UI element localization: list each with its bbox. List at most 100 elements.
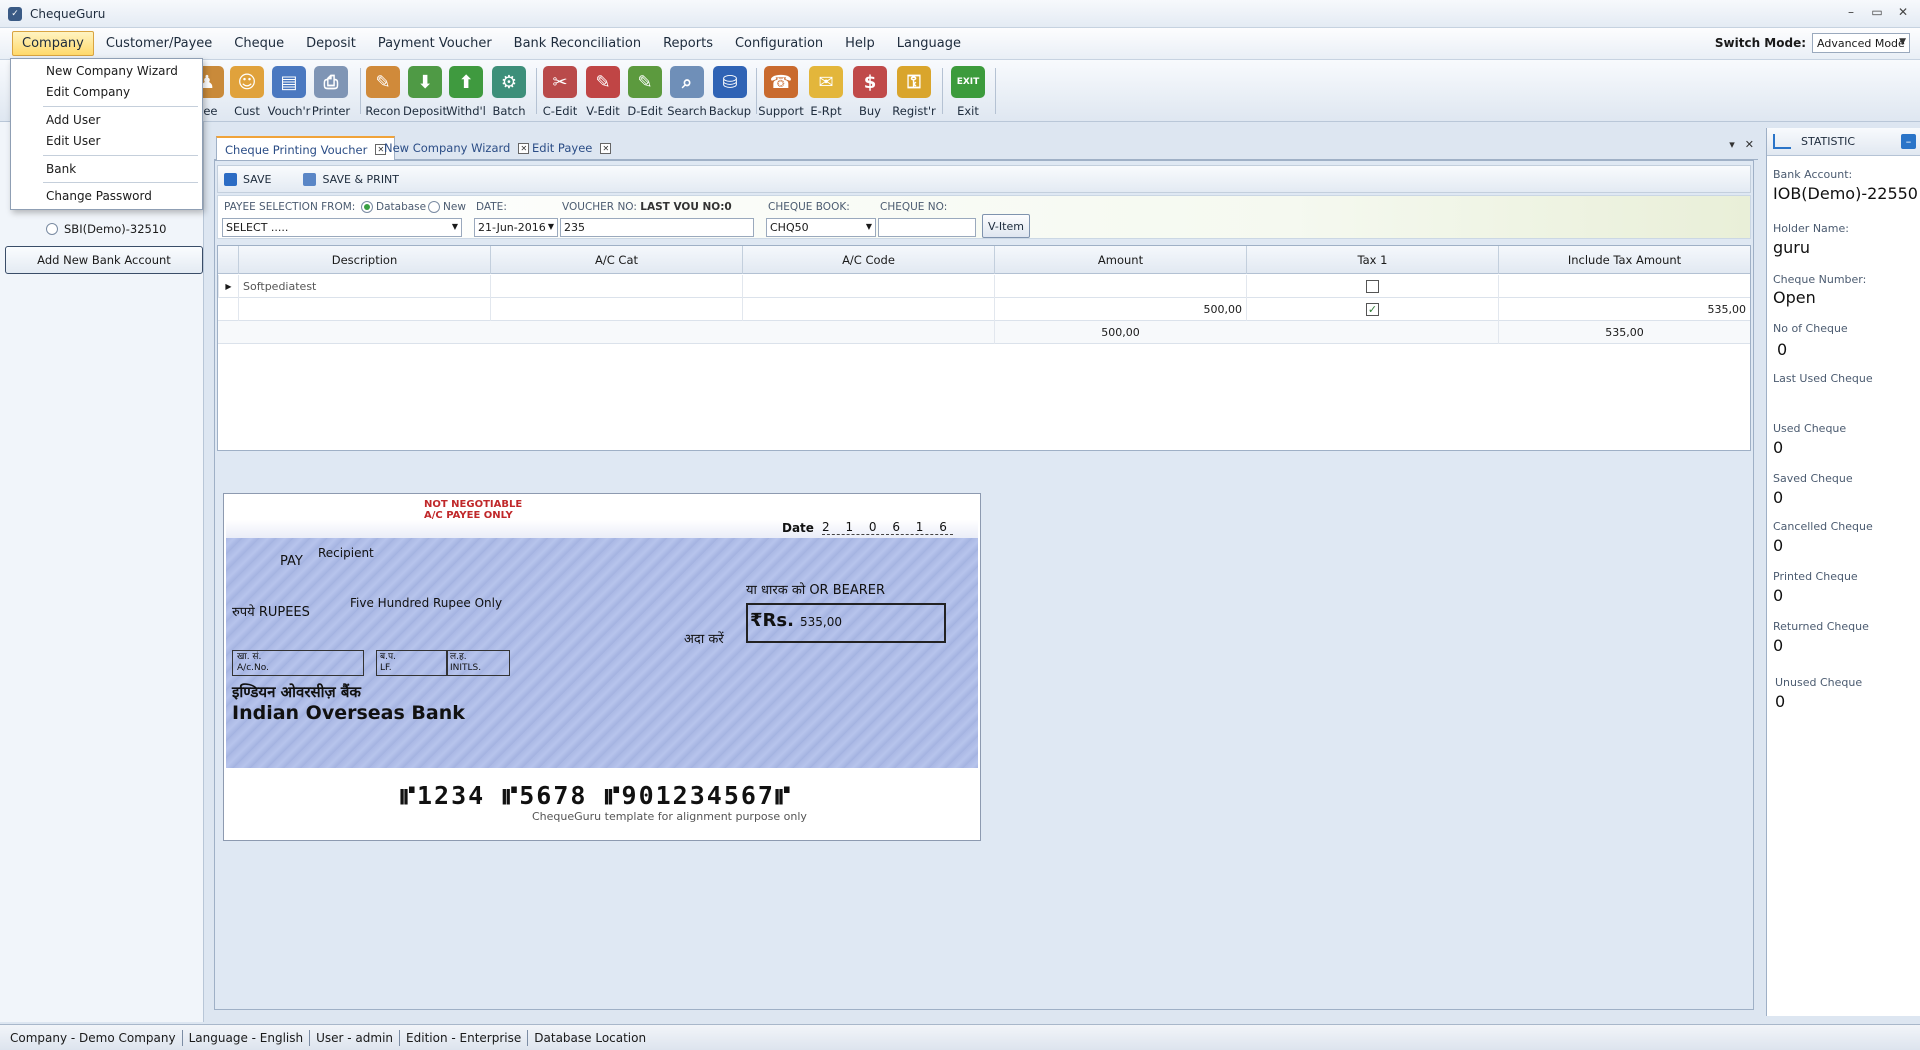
tab-list-icon[interactable]: ▾: [1729, 138, 1735, 151]
cell-include-tax[interactable]: 535,00: [1498, 298, 1750, 321]
toolbar-search-button[interactable]: ⌕ Search: [664, 66, 710, 118]
menu-language[interactable]: Language: [887, 31, 971, 56]
cell-tax1[interactable]: [1246, 275, 1498, 298]
column-tax1[interactable]: Tax 1: [1246, 246, 1498, 274]
tab-new-company-wizard[interactable]: New Company Wizard ✕: [376, 136, 537, 160]
cheque-preview: NOT NEGOTIABLE A/C PAYEE ONLY Date 2 1 0…: [223, 493, 981, 841]
column-ac-code[interactable]: A/C Code: [742, 246, 994, 274]
cell-tax1[interactable]: ✓: [1246, 298, 1498, 321]
column-amount[interactable]: Amount: [994, 246, 1246, 274]
column-description[interactable]: Description: [238, 246, 490, 274]
tab-edit-payee[interactable]: Edit Payee ✕: [524, 136, 619, 160]
menu-add-user[interactable]: Add User: [46, 113, 100, 127]
close-all-icon[interactable]: ✕: [1745, 138, 1754, 151]
save-print-button[interactable]: SAVE & PRINT: [303, 172, 399, 186]
toolbar-withdrawal-button[interactable]: ⬆ Withd'l: [443, 66, 489, 118]
toolbar-label: Regist'r: [892, 104, 936, 118]
toolbar-recon-button[interactable]: ✎ Recon: [360, 66, 406, 118]
holder-name-value: guru: [1773, 238, 1811, 257]
cell-ac-cat[interactable]: [490, 298, 742, 321]
collapse-icon[interactable]: –: [1901, 134, 1916, 149]
toolbar-erpt-button[interactable]: ✉ E-Rpt: [803, 66, 849, 118]
toolbar-backup-button[interactable]: ⛁ Backup: [707, 66, 753, 118]
add-new-bank-account-button[interactable]: Add New Bank Account: [5, 246, 203, 274]
cancelled-cheque-label: Cancelled Cheque: [1773, 520, 1873, 533]
column-include-tax-amount[interactable]: Include Tax Amount: [1498, 246, 1750, 274]
v-item-button[interactable]: V-Item: [982, 214, 1030, 238]
date-picker[interactable]: 21-Jun-2016 ▼: [474, 218, 558, 237]
toolbar-label: Recon: [365, 104, 401, 118]
close-icon[interactable]: ✕: [1892, 3, 1914, 21]
checkbox-unchecked[interactable]: [1366, 280, 1379, 293]
toolbar-register-button[interactable]: ⚿ Regist'r: [891, 66, 937, 118]
customer-icon: ☺: [230, 66, 264, 98]
switch-mode-select[interactable]: Advanced Mode ▼: [1812, 33, 1910, 53]
tab-cheque-printing-voucher[interactable]: Cheque Printing Voucher ✕: [216, 136, 396, 161]
save-icon: [224, 172, 237, 186]
menu-new-company-wizard[interactable]: New Company Wizard: [46, 64, 178, 78]
voucher-no-input[interactable]: 235: [560, 218, 754, 237]
voucher-edit-icon: ✎: [586, 66, 620, 98]
total-amount: 500,00: [994, 321, 1246, 344]
cell-description[interactable]: [238, 298, 490, 321]
menu-reports[interactable]: Reports: [653, 31, 723, 56]
row-indicator-icon: ▶: [218, 275, 238, 298]
menu-bank[interactable]: Bank: [46, 162, 76, 176]
menu-configuration[interactable]: Configuration: [725, 31, 833, 56]
toolbar-cust-button[interactable]: ☺ Cust: [224, 66, 270, 118]
minimize-icon[interactable]: –: [1840, 3, 1862, 21]
toolbar-batch-button[interactable]: ⚙ Batch: [486, 66, 532, 118]
cheque-no-input[interactable]: [878, 218, 976, 237]
menu-edit-company[interactable]: Edit Company: [46, 85, 130, 99]
cell-ac-cat[interactable]: [490, 275, 742, 298]
toolbar-voucher-button[interactable]: ▤ Vouch'r: [266, 66, 312, 118]
menu-customer-payee[interactable]: Customer/Payee: [96, 31, 222, 56]
print-icon: [303, 172, 317, 186]
option-database[interactable]: Database: [361, 201, 426, 213]
chevron-down-icon: ▼: [547, 222, 554, 231]
status-database-location[interactable]: Database Location: [528, 1030, 652, 1046]
cell-description[interactable]: Softpediatest: [238, 275, 490, 298]
table-row[interactable]: ▶ Softpediatest: [218, 275, 1750, 298]
radio-icon: [361, 201, 373, 213]
cell-ac-code[interactable]: [742, 275, 994, 298]
menu-company[interactable]: Company: [12, 31, 94, 56]
payee-select[interactable]: SELECT ..... ▼: [222, 218, 462, 237]
cell-include-tax[interactable]: [1498, 275, 1750, 298]
cell-amount[interactable]: [994, 275, 1246, 298]
amount-in-words: Five Hundred Rupee Only: [350, 596, 503, 610]
exit-icon: EXIT: [951, 66, 985, 98]
toolbar-vedit-button[interactable]: ✎ V-Edit: [580, 66, 626, 118]
menu-edit-user[interactable]: Edit User: [46, 134, 100, 148]
checkmark-icon[interactable]: ✓: [1366, 303, 1379, 316]
cheque-book-label: CHEQUE BOOK:: [768, 201, 850, 213]
toolbar-dedit-button[interactable]: ✎ D-Edit: [622, 66, 668, 118]
menu-separator: [43, 182, 198, 183]
toolbar-buy-button[interactable]: $ Buy: [847, 66, 893, 118]
save-button[interactable]: SAVE: [224, 172, 271, 186]
menu-deposit[interactable]: Deposit: [296, 31, 366, 56]
bank-account-option[interactable]: SBI(Demo)-32510: [46, 222, 166, 236]
table-row[interactable]: 500,00 ✓ 535,00: [218, 298, 1750, 321]
menu-bank-reconciliation[interactable]: Bank Reconciliation: [504, 31, 651, 56]
cell-amount[interactable]: 500,00: [994, 298, 1246, 321]
toolbar-label: E-Rpt: [810, 104, 842, 118]
menu-separator: [43, 155, 198, 156]
toolbar-support-button[interactable]: ☎ Support: [758, 66, 804, 118]
column-ac-cat[interactable]: A/C Cat: [490, 246, 742, 274]
toolbar-deposit-button[interactable]: ⬇ Deposit: [402, 66, 448, 118]
menu-cheque[interactable]: Cheque: [224, 31, 294, 56]
cell-ac-code[interactable]: [742, 298, 994, 321]
toolbar-exit-button[interactable]: EXIT Exit: [945, 66, 991, 118]
close-icon[interactable]: ✕: [600, 142, 612, 154]
maximize-icon[interactable]: ▭: [1866, 3, 1888, 21]
cheque-book-select[interactable]: CHQ50 ▼: [766, 218, 876, 237]
bank-account-label: SBI(Demo)-32510: [64, 222, 167, 236]
menu-change-password[interactable]: Change Password: [46, 189, 152, 203]
option-new[interactable]: New: [428, 201, 466, 213]
menu-payment-voucher[interactable]: Payment Voucher: [368, 31, 502, 56]
micr-line: ⑈1234 ⑈5678 ⑈901234567⑈: [400, 781, 792, 810]
menu-help[interactable]: Help: [835, 31, 885, 56]
toolbar-printer-button[interactable]: ⎙ Printer: [308, 66, 354, 118]
toolbar-cedit-button[interactable]: ✂ C-Edit: [537, 66, 583, 118]
